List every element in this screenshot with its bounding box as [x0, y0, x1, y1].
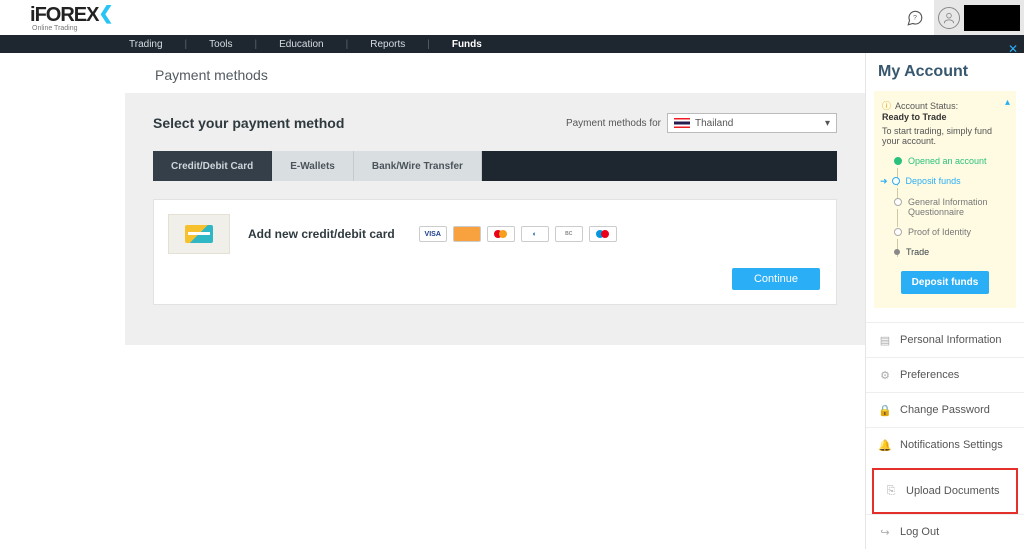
flag-thailand-icon — [674, 118, 690, 128]
page-title: Payment methods — [155, 67, 865, 83]
maestro-icon — [589, 226, 617, 242]
nav-education[interactable]: Education — [275, 39, 327, 50]
step-trade: Trade — [882, 247, 1008, 257]
step-dot-icon — [894, 249, 900, 255]
avatar-icon — [938, 7, 960, 29]
menu-preferences[interactable]: ⚙ Preferences — [866, 357, 1024, 392]
payment-methods-for: Payment methods for Thailand ▾ — [566, 113, 837, 133]
tab-bank-wire-transfer[interactable]: Bank/Wire Transfer — [354, 151, 482, 181]
chevron-down-icon: ▾ — [825, 118, 830, 129]
main-column: Payment methods Select your payment meth… — [0, 53, 865, 549]
upload-documents-icon: ⎘ — [884, 484, 898, 498]
status-value: Ready to Trade — [882, 112, 947, 122]
help-button[interactable]: ? — [896, 0, 934, 35]
card-brand-logos: VISA ◐ BC — [419, 226, 617, 242]
continue-button[interactable]: Continue — [732, 268, 820, 290]
menu-change-password[interactable]: 🔒 Change Password — [866, 392, 1024, 427]
credit-card-icon — [168, 214, 230, 254]
nav-separator: | — [255, 39, 258, 50]
step-label: Trade — [906, 247, 929, 257]
step-opened-an-account[interactable]: Opened an account — [882, 156, 1008, 166]
preferences-icon: ⚙ — [878, 368, 892, 382]
menu-label: Preferences — [900, 369, 959, 381]
onboarding-steps: Opened an account ➜ Deposit funds General I… — [882, 156, 1008, 257]
collapse-icon[interactable]: ▴ — [1005, 97, 1010, 108]
brand-logo[interactable]: iFOREX❮ Online Trading — [30, 3, 113, 32]
info-icon: ⓘ — [882, 101, 891, 111]
diners-icon: ◐ — [521, 226, 549, 242]
status-description: To start trading, simply fund your accou… — [882, 126, 1008, 146]
sidebar-title: My Account — [866, 63, 1024, 87]
menu-log-out[interactable]: ↪ Log Out — [866, 514, 1024, 549]
account-name-redacted — [964, 5, 1020, 31]
nav-reports[interactable]: Reports — [366, 39, 409, 50]
pm-for-label: Payment methods for — [566, 118, 661, 129]
country-dropdown[interactable]: Thailand ▾ — [667, 113, 837, 133]
step-label: General Information Questionnaire — [908, 197, 1008, 217]
account-chip[interactable] — [934, 0, 1024, 35]
current-step-marker-icon: ➜ — [880, 176, 888, 187]
payment-method-card: Add new credit/debit card VISA ◐ BC Cont… — [153, 199, 837, 305]
nav-separator: | — [346, 39, 349, 50]
change-password-icon: 🔒 — [878, 403, 892, 417]
account-status-box: ▴ ⓘ Account Status: Ready to Trade To st… — [874, 91, 1016, 308]
step-general-information-questionnaire[interactable]: General Information Questionnaire — [882, 197, 1008, 217]
menu-upload-documents[interactable]: ⎘ Upload Documents — [872, 468, 1018, 514]
sidebar: ✕ My Account ▴ ⓘ Account Status: Ready t… — [865, 53, 1024, 549]
step-dot-icon — [894, 198, 902, 206]
payment-tabs: Credit/Debit CardE-WalletsBank/Wire Tran… — [153, 151, 837, 181]
payment-panel: Select your payment method Payment metho… — [125, 93, 865, 345]
notifications-settings-icon: 🔔 — [878, 438, 892, 452]
nav-separator: | — [185, 39, 188, 50]
nav-trading[interactable]: Trading — [125, 39, 167, 50]
log-out-icon: ↪ — [878, 525, 892, 539]
tabs-trailer — [482, 151, 837, 181]
close-sidebar-button[interactable]: ✕ — [1008, 42, 1018, 56]
step-label: Proof of Identity — [908, 227, 971, 237]
menu-label: Notifications Settings — [900, 439, 1003, 451]
menu-label: Personal Information — [900, 334, 1002, 346]
step-label: Opened an account — [908, 156, 987, 166]
menu-label: Upload Documents — [906, 485, 1000, 497]
menu-notifications-settings[interactable]: 🔔 Notifications Settings — [866, 427, 1024, 462]
top-bar: iFOREX❮ Online Trading ? — [0, 0, 1024, 35]
main-nav: Trading | Tools | Education | Reports | Funds — [0, 35, 1024, 53]
logo-chevron-icon: ❮ — [98, 3, 112, 23]
sidebar-menu: ▤ Personal Information ⚙ Preferences 🔒 Change… — [866, 322, 1024, 549]
panel-heading: Select your payment method — [153, 115, 344, 131]
tab-credit-debit-card[interactable]: Credit/Debit Card — [153, 151, 272, 181]
mastercard-icon — [487, 226, 515, 242]
step-label: Deposit funds — [906, 176, 961, 186]
step-deposit-funds[interactable]: ➜ Deposit funds — [882, 176, 1008, 187]
bccard-icon: BC — [555, 226, 583, 242]
nav-funds[interactable]: Funds — [448, 39, 486, 50]
deposit-funds-button[interactable]: Deposit funds — [901, 271, 989, 294]
step-proof-of-identity[interactable]: Proof of Identity — [882, 227, 1008, 237]
nav-separator: | — [427, 39, 430, 50]
jcb-icon — [453, 226, 481, 242]
personal-information-icon: ▤ — [878, 333, 892, 347]
speech-bubble-icon: ? — [906, 9, 924, 27]
status-label: Account Status: — [895, 101, 958, 111]
svg-text:?: ? — [913, 14, 917, 21]
menu-label: Change Password — [900, 404, 990, 416]
visa-icon: VISA — [419, 226, 447, 242]
menu-label: Log Out — [900, 526, 939, 538]
tab-e-wallets[interactable]: E-Wallets — [272, 151, 354, 181]
country-value: Thailand — [695, 118, 733, 129]
method-title: Add new credit/debit card — [248, 227, 395, 241]
step-dot-icon — [894, 157, 902, 165]
brand-tagline: Online Trading — [32, 25, 113, 32]
step-dot-icon — [894, 228, 902, 236]
menu-personal-information[interactable]: ▤ Personal Information — [866, 322, 1024, 357]
nav-tools[interactable]: Tools — [205, 39, 236, 50]
step-dot-icon — [892, 177, 900, 185]
